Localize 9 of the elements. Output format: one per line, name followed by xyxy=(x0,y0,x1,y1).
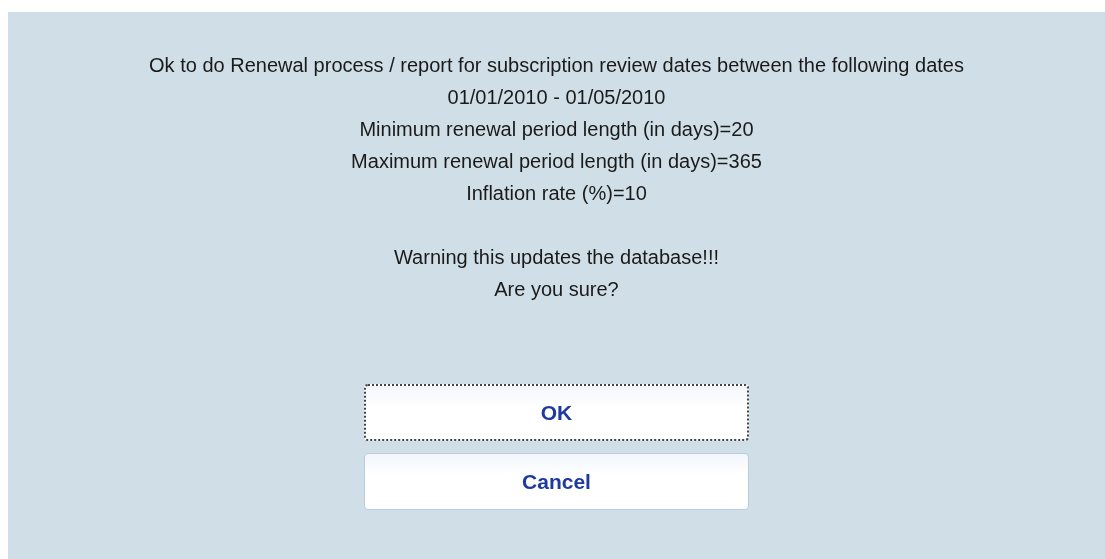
message-text: Minimum renewal period length (in days)=20 xyxy=(359,117,754,142)
warning-text: Are you sure? xyxy=(494,277,619,302)
ok-button[interactable]: OK xyxy=(364,384,749,441)
message-text: Ok to do Renewal process / report for subscription review dates between the following dates xyxy=(149,53,964,78)
message-text: Inflation rate (%)=10 xyxy=(466,181,647,206)
warning-text: Warning this updates the database!!! xyxy=(394,245,719,270)
message-text: Maximum renewal period length (in days)=365 xyxy=(351,149,762,174)
cancel-button[interactable]: Cancel xyxy=(364,453,749,510)
message-text: 01/01/2010 - 01/05/2010 xyxy=(447,85,666,110)
